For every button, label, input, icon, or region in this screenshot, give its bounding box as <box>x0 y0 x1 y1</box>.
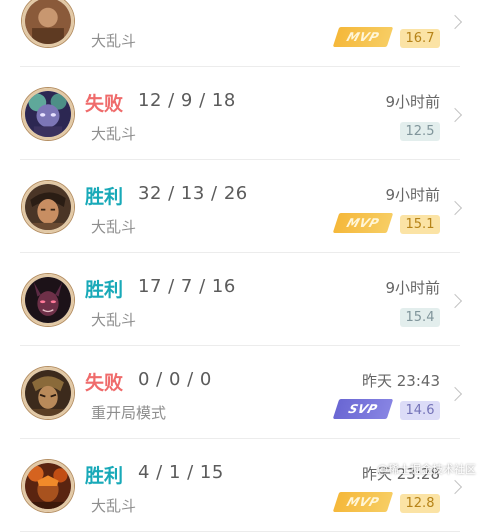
match-score: 12.8 <box>400 494 440 513</box>
match-score: 15.1 <box>400 215 440 234</box>
game-mode: 大乱斗 <box>91 32 137 50</box>
hero-avatar <box>22 181 74 233</box>
game-mode: 大乱斗 <box>91 218 137 236</box>
game-mode: 大乱斗 <box>91 311 137 329</box>
game-mode: 重开局模式 <box>91 404 167 422</box>
mvp-badge: MVP <box>332 27 394 47</box>
match-row[interactable]: 胜利 4 / 1 / 15 大乱斗 昨天 23:28 MVP 12.8 <box>0 439 480 532</box>
game-mode: 大乱斗 <box>91 497 137 515</box>
match-time: 昨天 23:43 <box>362 372 440 390</box>
chevron-right-icon <box>447 479 463 495</box>
match-score: 16.7 <box>400 29 440 48</box>
chevron-right-icon <box>447 14 463 30</box>
match-row[interactable]: 胜利 17 / 7 / 16 大乱斗 9小时前 15.4 <box>0 253 480 346</box>
kda: 0 / 0 / 0 <box>138 369 212 390</box>
match-history-list: 大乱斗 MVP 16.7 失败 12 / 9 / 18 大乱斗 9小时前 12.… <box>0 0 480 532</box>
hero-avatar <box>22 88 74 140</box>
match-score: 15.4 <box>400 308 440 327</box>
match-time: 9小时前 <box>385 93 440 111</box>
match-row[interactable]: 失败 12 / 9 / 18 大乱斗 9小时前 12.5 <box>0 67 480 160</box>
chevron-right-icon <box>447 386 463 402</box>
mvp-badge: MVP <box>332 492 394 512</box>
match-score: 12.5 <box>400 122 440 141</box>
match-score: 14.6 <box>400 401 440 420</box>
watermark: @稀土掘金技术社区 <box>377 463 476 476</box>
match-time: 9小时前 <box>385 186 440 204</box>
hero-avatar <box>22 0 74 47</box>
chevron-right-icon <box>447 293 463 309</box>
mvp-badge: MVP <box>332 213 394 233</box>
kda: 32 / 13 / 26 <box>138 183 248 204</box>
match-result: 失败 <box>85 372 124 394</box>
match-result: 胜利 <box>85 186 124 208</box>
match-result: 胜利 <box>85 279 124 301</box>
game-mode: 大乱斗 <box>91 125 137 143</box>
hero-avatar <box>22 460 74 512</box>
kda: 17 / 7 / 16 <box>138 276 236 297</box>
svp-badge: SVP <box>332 399 394 419</box>
hero-avatar <box>22 274 74 326</box>
chevron-right-icon <box>447 107 463 123</box>
chevron-right-icon <box>447 200 463 216</box>
match-result: 失败 <box>85 93 124 115</box>
kda: 12 / 9 / 18 <box>138 90 236 111</box>
hero-avatar <box>22 367 74 419</box>
match-row[interactable]: 大乱斗 MVP 16.7 <box>0 0 480 67</box>
match-row[interactable]: 胜利 32 / 13 / 26 大乱斗 9小时前 MVP 15.1 <box>0 160 480 253</box>
match-time: 9小时前 <box>385 279 440 297</box>
match-result: 胜利 <box>85 465 124 487</box>
match-row[interactable]: 失败 0 / 0 / 0 重开局模式 昨天 23:43 SVP 14.6 <box>0 346 480 439</box>
